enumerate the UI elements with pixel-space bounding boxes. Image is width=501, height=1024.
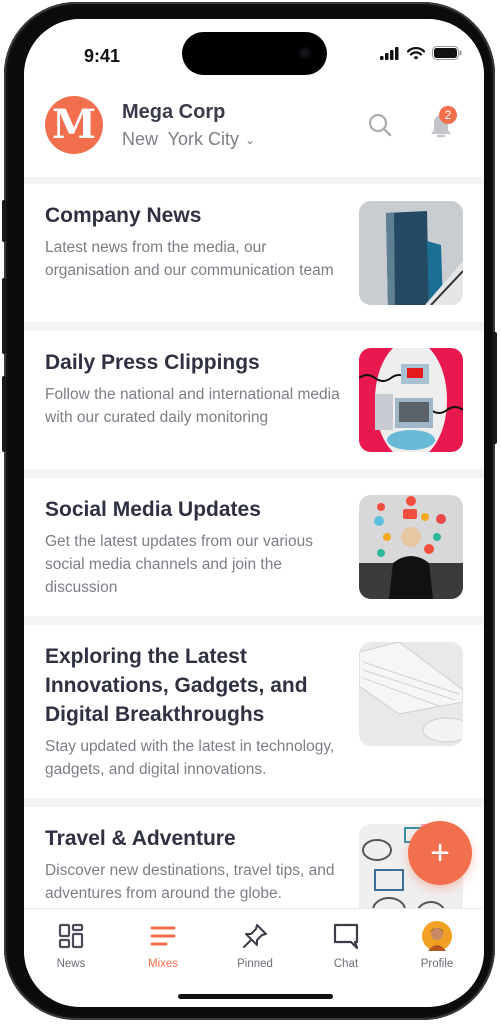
card-title: Social Media Updates xyxy=(45,498,261,521)
card-title: Daily Press Clippings xyxy=(45,351,260,374)
tab-mixes[interactable]: Mixes xyxy=(123,921,203,970)
lines-icon xyxy=(148,921,178,951)
screen: 9:41 M Mega Corp New York City ⌄ 2 Compa… xyxy=(24,19,484,1007)
tab-pinned[interactable]: Pinned xyxy=(215,921,295,970)
tab-label: Chat xyxy=(333,958,359,970)
feed-card-company-news[interactable]: Company News Latest news from the media,… xyxy=(24,184,484,322)
tab-profile[interactable]: Profile xyxy=(397,921,477,970)
volume-down-button xyxy=(2,376,6,452)
camera-icon xyxy=(299,47,311,59)
feed-card-press-clippings[interactable]: Daily Press Clippings Follow the nationa… xyxy=(24,331,484,469)
power-button xyxy=(493,332,497,444)
status-icons xyxy=(380,46,462,60)
app-header: M Mega Corp New York City ⌄ 2 xyxy=(24,89,484,177)
card-title: Travel & Adventure xyxy=(45,827,236,850)
location-label: New York City xyxy=(122,129,240,149)
card-description: Discover new destinations, travel tips, … xyxy=(45,862,335,902)
feed-card-innovations[interactable]: Exploring the Latest Innovations, Gadget… xyxy=(24,625,484,798)
status-bar: 9:41 xyxy=(24,19,484,89)
card-description: Get the latest updates from our various … xyxy=(45,533,313,596)
status-time: 9:41 xyxy=(84,46,121,66)
tab-news[interactable]: News xyxy=(31,921,111,970)
tab-label: Profile xyxy=(420,958,454,970)
location-selector[interactable]: New York City ⌄ xyxy=(122,129,255,150)
volume-up-button xyxy=(2,278,6,354)
office-building-image xyxy=(359,201,463,305)
woman-social-icons-image xyxy=(359,495,463,599)
phone-frame: 9:41 M Mega Corp New York City ⌄ 2 Compa… xyxy=(2,2,497,1020)
search-icon[interactable] xyxy=(367,112,393,138)
card-description: Stay updated with the latest in technolo… xyxy=(45,738,335,778)
tab-label: Pinned xyxy=(237,958,273,970)
action-button xyxy=(2,200,6,242)
home-indicator[interactable] xyxy=(178,994,333,999)
card-title: Exploring the Latest Innovations, Gadget… xyxy=(45,645,308,726)
avatar xyxy=(422,921,452,951)
tab-label: Mixes xyxy=(147,958,179,970)
dynamic-island xyxy=(182,32,327,75)
notification-badge: 2 xyxy=(439,106,457,124)
card-description: Follow the national and international me… xyxy=(45,386,340,426)
tab-label: News xyxy=(56,958,86,970)
tab-bar: News Mixes Pinned Chat Profile xyxy=(24,908,484,1007)
company-logo: M xyxy=(45,96,103,154)
company-name: Mega Corp xyxy=(122,101,226,123)
keyboard-mouse-image xyxy=(359,642,463,746)
signal-icon xyxy=(380,46,399,60)
card-description: Latest news from the media, our organisa… xyxy=(45,239,334,279)
pin-icon xyxy=(240,921,270,951)
battery-icon xyxy=(432,46,462,60)
chevron-down-icon: ⌄ xyxy=(245,132,256,147)
wifi-icon xyxy=(407,46,425,60)
feed-card-social-media[interactable]: Social Media Updates Get the latest upda… xyxy=(24,478,484,616)
chat-icon xyxy=(331,921,361,951)
tab-chat[interactable]: Chat xyxy=(306,921,386,970)
card-title: Company News xyxy=(45,204,202,227)
add-button[interactable]: + xyxy=(408,821,472,885)
dashboard-icon xyxy=(56,921,86,951)
retro-computer-image xyxy=(359,348,463,452)
